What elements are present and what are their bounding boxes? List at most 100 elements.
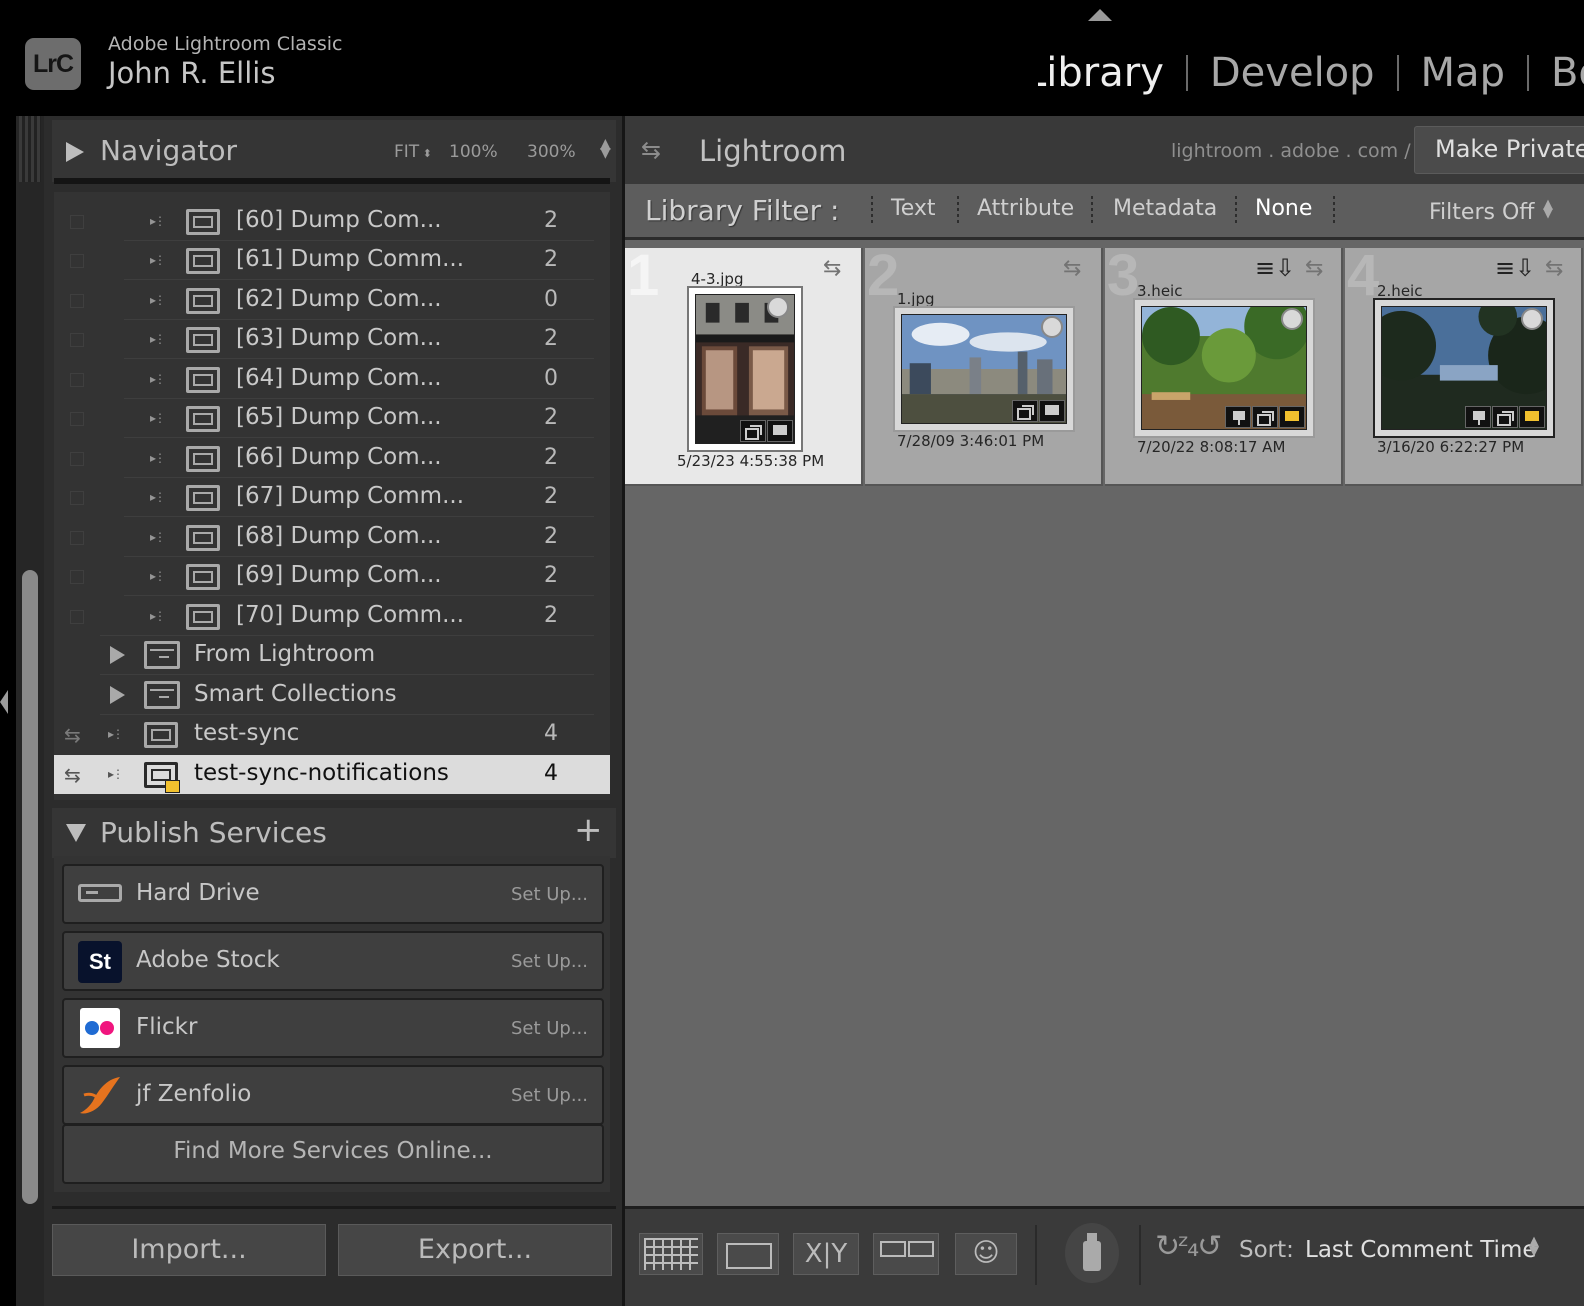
import-button[interactable]: Import...: [52, 1224, 326, 1276]
collection-row[interactable]: ▸⋮ [69] Dump Com... 2: [54, 557, 610, 596]
collection-checkbox[interactable]: [70, 610, 84, 624]
survey-view-button[interactable]: [873, 1233, 939, 1275]
grid-view-button[interactable]: [639, 1233, 703, 1275]
expand-triangle-icon[interactable]: [110, 686, 125, 704]
grid-cell-selected[interactable]: 1 ⇆ 4-3.jpg 5/23/23 4:55:38 PM: [625, 243, 863, 486]
map-pin-badge-icon[interactable]: [1225, 406, 1251, 428]
find-more-services-button[interactable]: Find More Services Online...: [62, 1124, 604, 1184]
setup-link[interactable]: Set Up...: [511, 951, 588, 972]
expand-triangle-icon[interactable]: [110, 646, 125, 664]
quick-collection-icon[interactable]: [767, 296, 789, 318]
export-button[interactable]: Export...: [338, 1224, 612, 1276]
new-comment-badge-icon[interactable]: [1279, 406, 1305, 428]
thumbnail[interactable]: [687, 286, 803, 452]
painter-spray-can-icon[interactable]: [1065, 1223, 1119, 1283]
collection-checkbox[interactable]: [70, 294, 84, 308]
filter-tab-none[interactable]: None: [1255, 196, 1312, 221]
service-adobe-stock[interactable]: St Adobe Stock Set Up...: [62, 931, 604, 991]
collection-badge-icon[interactable]: [740, 420, 766, 442]
collection-checkbox[interactable]: [70, 254, 84, 268]
thumbnail[interactable]: [893, 306, 1075, 432]
collection-row[interactable]: ▸⋮ [64] Dump Com... 0: [54, 360, 610, 399]
compare-view-button[interactable]: X|Y: [793, 1233, 859, 1275]
collection-row[interactable]: ▸⋮ [68] Dump Com... 2: [54, 518, 610, 557]
sync-arrows-icon[interactable]: ⇆: [1545, 256, 1563, 281]
collection-checkbox[interactable]: [70, 452, 84, 466]
collection-row[interactable]: ▸⋮ [65] Dump Com... 2: [54, 399, 610, 438]
collection-checkbox[interactable]: [70, 333, 84, 347]
sort-select[interactable]: Last Comment Time: [1305, 1237, 1537, 1263]
setup-link[interactable]: Set Up...: [511, 1018, 588, 1039]
sort-order-icon[interactable]: ≡⇩: [1255, 254, 1295, 282]
zoom-100[interactable]: 100%: [449, 142, 498, 162]
new-comment-badge-icon[interactable]: [1519, 406, 1545, 428]
collection-checkbox[interactable]: [70, 215, 84, 229]
add-service-icon[interactable]: +: [574, 810, 603, 850]
collection-checkbox[interactable]: [70, 531, 84, 545]
collection-checkbox[interactable]: [70, 412, 84, 426]
filter-preset-stepper-icon[interactable]: ▲ ▼: [1543, 198, 1553, 220]
left-panel-toggle-icon[interactable]: [0, 690, 8, 714]
collection-checkbox[interactable]: [70, 570, 84, 584]
collection-checkbox[interactable]: [70, 491, 84, 505]
module-library[interactable]: Library: [1038, 50, 1164, 96]
collection-badge-icon[interactable]: [1012, 400, 1038, 422]
grid-cell[interactable]: 3 ≡⇩ ⇆ 3.heic 7/20/22 8:08:17 AM: [1105, 243, 1343, 486]
collection-badge-icon[interactable]: [1252, 406, 1278, 428]
collection-set-row[interactable]: From Lightroom: [54, 636, 610, 675]
filter-preset-select[interactable]: Filters Off: [1429, 200, 1534, 225]
collection-set-row[interactable]: Smart Collections: [54, 676, 610, 715]
quick-collection-icon[interactable]: [1521, 308, 1543, 330]
grid-cell[interactable]: 2 ⇆ 1.jpg 7/28/09 3:46:01 PM: [865, 243, 1103, 486]
web-url[interactable]: lightroom . adobe . com /: [1171, 140, 1411, 162]
top-panel-toggle-icon[interactable]: [1088, 9, 1112, 21]
service-flickr[interactable]: Flickr Set Up...: [62, 998, 604, 1058]
filter-tab-attribute[interactable]: Attribute: [977, 196, 1074, 221]
sync-arrows-icon[interactable]: ⇆: [1305, 256, 1323, 281]
loupe-view-button[interactable]: [717, 1233, 779, 1275]
service-hard-drive[interactable]: Hard Drive Set Up...: [62, 864, 604, 924]
collection-row[interactable]: ▸⋮ [62] Dump Com... 0: [54, 281, 610, 320]
thumbnail[interactable]: [1133, 298, 1315, 438]
left-panel-scrollbar[interactable]: [22, 570, 38, 1204]
people-view-button[interactable]: ☺: [955, 1233, 1017, 1275]
collection-row[interactable]: ▸⋮ [63] Dump Com... 2: [54, 320, 610, 359]
quick-collection-icon[interactable]: [1041, 316, 1063, 338]
publish-services-header[interactable]: Publish Services +: [52, 808, 616, 858]
quick-collection-icon[interactable]: [1281, 308, 1303, 330]
sort-stepper-icon[interactable]: ▲ ▼: [1529, 1235, 1539, 1258]
expand-triangle-icon[interactable]: [66, 142, 84, 162]
module-map[interactable]: Map: [1421, 50, 1505, 96]
sync-arrows-icon[interactable]: ⇆: [1063, 256, 1081, 281]
filter-tab-metadata[interactable]: Metadata: [1113, 196, 1217, 221]
collection-row-selected[interactable]: ⇆ ▸⋮ test-sync-notifications 4: [54, 755, 610, 794]
setup-link[interactable]: Set Up...: [511, 1085, 588, 1106]
filter-tab-text[interactable]: Text: [891, 196, 936, 221]
collection-checkbox[interactable]: [70, 373, 84, 387]
module-book[interactable]: Book: [1551, 50, 1584, 96]
collection-row[interactable]: ▸⋮ [61] Dump Comm... 2: [54, 241, 610, 280]
collection-row[interactable]: ▸⋮ [70] Dump Comm... 2: [54, 597, 610, 636]
sort-order-icon[interactable]: ≡⇩: [1495, 254, 1535, 282]
collapse-triangle-icon[interactable]: [66, 824, 86, 842]
zoom-fit[interactable]: FIT ⬍: [394, 142, 432, 162]
setup-link[interactable]: Set Up...: [511, 884, 588, 905]
service-zenfolio[interactable]: jf Zenfolio Set Up...: [62, 1065, 604, 1125]
collection-row[interactable]: ▸⋮ [60] Dump Com... 2: [54, 202, 610, 241]
collection-row[interactable]: ⇆ ▸⋮ test-sync 4: [54, 715, 610, 754]
comment-badge-icon[interactable]: [1039, 400, 1065, 422]
collection-badge-icon[interactable]: [1492, 406, 1518, 428]
module-develop[interactable]: Develop: [1210, 50, 1375, 96]
comment-badge-icon[interactable]: [767, 420, 793, 442]
thumbnail[interactable]: [1373, 298, 1555, 438]
sort-direction-icon[interactable]: ↻ᶻ₄↺: [1155, 1229, 1222, 1264]
sync-arrows-icon[interactable]: ⇆: [823, 256, 841, 281]
grid-cell[interactable]: 4 ≡⇩ ⇆ 2.heic 3/16/20 6:22:27 PM: [1345, 243, 1583, 486]
collection-row[interactable]: ▸⋮ [66] Dump Com... 2: [54, 439, 610, 478]
navigator-header[interactable]: Navigator FIT ⬍ 100% 300% ▲ ▼: [52, 120, 616, 182]
zoom-stepper-icon[interactable]: ▲ ▼: [600, 137, 611, 160]
zoom-300[interactable]: 300%: [527, 142, 576, 162]
collection-row[interactable]: ▸⋮ [67] Dump Comm... 2: [54, 478, 610, 517]
map-pin-badge-icon[interactable]: [1465, 406, 1491, 428]
make-private-button[interactable]: Make Private: [1414, 126, 1584, 174]
